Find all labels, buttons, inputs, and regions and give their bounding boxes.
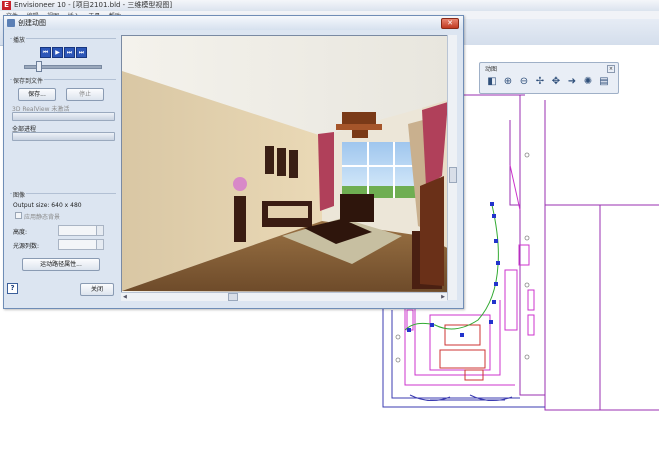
right-wall-panel — [420, 176, 444, 286]
arrow-icon[interactable]: ➜ — [565, 75, 579, 89]
close-button[interactable]: 关闭 — [80, 283, 114, 296]
save-button[interactable]: 保存... — [18, 88, 56, 101]
fast-forward-button[interactable]: ⏭ — [64, 47, 75, 58]
timeline-slider-thumb[interactable] — [36, 61, 42, 72]
plan-outline — [414, 300, 501, 376]
static-background-label: 应用静态背景 — [24, 214, 61, 221]
zoom-out-icon[interactable]: ⊖ — [517, 75, 531, 89]
scroll-right-icon[interactable]: ▶ — [441, 293, 445, 301]
camera-icon[interactable]: ◧ — [485, 75, 499, 89]
controls-panel: 播放 ⏮ ▶ ⏭ ⏭ 保存到文件 保存... 停止 3D RealView 未激… — [10, 35, 116, 301]
plan-furniture — [439, 349, 486, 369]
path-point — [430, 323, 434, 327]
scroll-left-icon[interactable]: ◀ — [123, 293, 127, 301]
plan-light — [524, 235, 530, 241]
rewind-button[interactable]: ⏮ — [40, 47, 51, 58]
view-toolbar: 动图 × ◧ ⊕ ⊖ ✢ ✥ ➜ ✺ ▤ — [479, 62, 619, 94]
walk-icon[interactable]: ✢ — [533, 75, 547, 89]
lights-spinbox[interactable] — [58, 239, 104, 250]
path-point — [489, 320, 493, 324]
height-spinbox[interactable] — [58, 225, 104, 236]
preview-horizontal-scrollbar[interactable]: ◀ ▶ — [121, 292, 447, 301]
dialog-title: 创建动图 — [18, 19, 46, 27]
plan-room — [429, 314, 491, 371]
save-to-file-label: 保存到文件 — [12, 76, 45, 85]
save-to-file-group: 保存到文件 保存... 停止 3D RealView 未激活 全部进程 — [10, 76, 116, 141]
plan-furniture — [527, 289, 535, 311]
plan-light — [524, 282, 530, 288]
dialog-app-icon — [7, 19, 15, 27]
render-image — [122, 36, 454, 292]
settings-icon[interactable]: ▤ — [597, 75, 611, 89]
path-point — [496, 261, 500, 265]
path-point — [494, 239, 498, 243]
playback-group: 播放 ⏮ ▶ ⏭ ⏭ — [10, 35, 116, 72]
path-point — [460, 333, 464, 337]
armchair — [340, 194, 374, 222]
path-point — [492, 214, 496, 218]
realview-progress-bar — [12, 112, 115, 121]
view-toolbar-title: 动图 — [485, 66, 498, 73]
animation-properties-button[interactable]: 运动路径属性... — [22, 258, 100, 271]
stop-button[interactable]: 停止 — [66, 88, 104, 101]
path-point — [490, 202, 494, 206]
height-label: 高度: — [13, 229, 28, 236]
go-to-end-button[interactable]: ⏭ — [76, 47, 87, 58]
vertical-scroll-thumb[interactable] — [449, 167, 457, 183]
static-background-checkbox[interactable] — [15, 212, 22, 219]
dialog-titlebar[interactable]: 创建动图 ✕ — [4, 16, 463, 30]
wall-art — [265, 146, 298, 178]
dialog-close-button[interactable]: ✕ — [441, 18, 459, 29]
play-button[interactable]: ▶ — [52, 47, 63, 58]
plan-light — [395, 334, 401, 340]
path-point — [494, 282, 498, 286]
sofa-cushion — [268, 206, 308, 218]
plan-light — [524, 152, 530, 158]
plan-wall — [544, 100, 659, 411]
pan-icon[interactable]: ✥ — [549, 75, 563, 89]
image-settings-group: 图像 Output size: 640 x 480 应用静态背景 高度: 光源列… — [10, 190, 116, 294]
plan-furniture — [504, 269, 518, 331]
plan-light — [524, 354, 530, 360]
plan-light — [395, 357, 401, 363]
path-point — [407, 328, 411, 332]
playback-label: 播放 — [12, 35, 27, 44]
render-icon[interactable]: ✺ — [581, 75, 595, 89]
path-point — [492, 300, 496, 304]
horizontal-scroll-thumb[interactable] — [228, 293, 238, 301]
view-toolbar-close-button[interactable]: × — [607, 65, 615, 73]
plan-furniture — [527, 314, 535, 336]
output-size-text: Output size: 640 x 480 — [13, 202, 82, 209]
render-preview — [121, 35, 455, 293]
create-animation-dialog: 创建动图 ✕ 播放 ⏮ ▶ ⏭ ⏭ 保存到文件 保存... 停止 3D Real… — [3, 15, 464, 309]
zoom-in-icon[interactable]: ⊕ — [501, 75, 515, 89]
plan-ramp-diagonal — [509, 164, 521, 211]
help-icon[interactable]: ? — [7, 283, 18, 294]
preview-vertical-scrollbar[interactable] — [447, 35, 457, 300]
curtain-left — [318, 132, 334, 211]
plant-stand — [234, 196, 246, 242]
plan-wall — [509, 120, 520, 206]
lights-label: 光源列数: — [13, 243, 40, 250]
flower — [233, 177, 247, 191]
image-settings-label: 图像 — [12, 190, 27, 199]
full-progress-bar — [12, 132, 115, 141]
